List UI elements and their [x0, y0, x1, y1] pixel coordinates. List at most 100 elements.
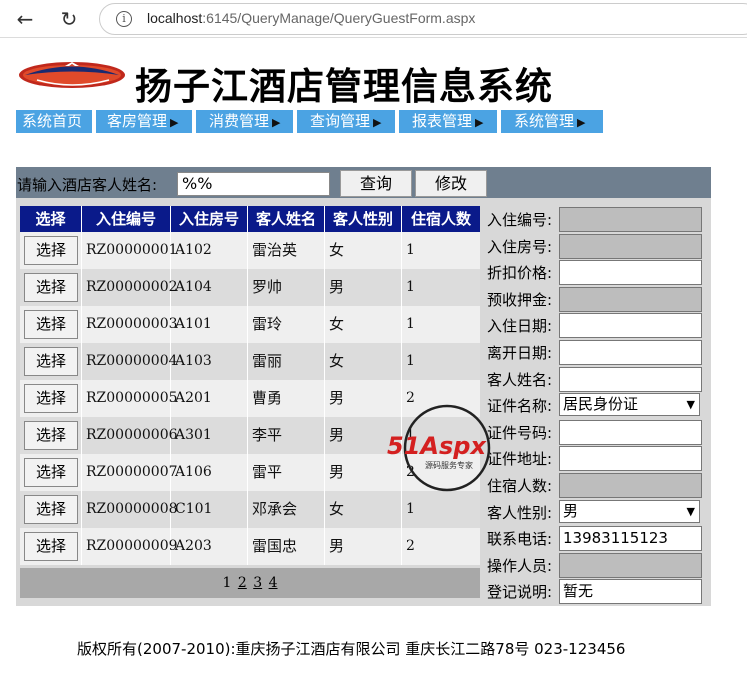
pager: 1 2 3 4	[20, 568, 480, 598]
url-text[interactable]: localhost:6145/QueryManage/QueryGuestFor…	[147, 10, 475, 26]
form-input[interactable]	[559, 473, 702, 498]
form-row: 证件号码:	[485, 419, 705, 446]
grid-header: 选择 入住编号 入住房号 客人姓名 客人性别 住宿人数	[20, 206, 480, 232]
query-button[interactable]: 查询	[340, 170, 412, 197]
search-label: 请输入酒店客人姓名:	[17, 176, 158, 194]
form-row: 客人姓名:	[485, 366, 705, 393]
cell-guest-name: 雷玲	[248, 306, 325, 343]
table-row: 选择 RZ00000003 A101 雷玲女 1	[20, 306, 480, 343]
cell-select: 选择	[20, 491, 82, 528]
form-select-value: 男	[563, 502, 579, 520]
cell-room: A101	[171, 306, 248, 343]
table-row: 选择 RZ00000009 A203 雷国忠男 2	[20, 528, 480, 565]
select-row-button[interactable]: 选择	[24, 421, 78, 450]
page-link[interactable]: 4	[269, 575, 278, 591]
form-input[interactable]: 13983115123	[559, 526, 702, 551]
watermark-tagline: 源码服务专家	[425, 460, 473, 470]
select-row-button[interactable]: 选择	[24, 532, 78, 561]
form-field-label: 入住日期:	[487, 317, 553, 335]
cell-select: 选择	[20, 417, 82, 454]
col-header-room: 入住房号	[171, 206, 248, 232]
form-field-label: 操作人员:	[487, 557, 553, 575]
form-input[interactable]	[559, 553, 702, 578]
menu-item-consumption[interactable]: 消费管理 ▶	[196, 110, 293, 133]
cell-select: 选择	[20, 232, 82, 269]
form-input[interactable]	[559, 207, 702, 232]
form-input[interactable]	[559, 340, 702, 365]
form-row: 离开日期:	[485, 339, 705, 366]
col-header-guest-count: 住宿人数	[410, 210, 471, 228]
form-input[interactable]	[559, 234, 702, 259]
col-header-guest-name: 客人姓名	[248, 206, 325, 232]
select-row-button[interactable]: 选择	[24, 273, 78, 302]
form-input[interactable]	[559, 287, 702, 312]
menu-item-rooms[interactable]: 客房管理 ▶	[96, 110, 192, 133]
cell-guest-name: 雷治英	[248, 232, 325, 269]
form-select-value: 居民身份证	[563, 395, 639, 413]
select-row-button[interactable]: 选择	[24, 236, 78, 265]
browser-toolbar: ← ↻ i localhost:6145/QueryManage/QueryGu…	[0, 0, 747, 38]
page-link[interactable]: 2	[238, 575, 247, 591]
triangle-right-icon: ▶	[475, 116, 484, 129]
triangle-right-icon: ▶	[272, 116, 281, 129]
cell-guest-name: 李平	[248, 417, 325, 454]
col-header-gender: 客人性别	[325, 206, 402, 232]
main-panel: 选择 入住编号 入住房号 客人姓名 客人性别 住宿人数 选择 RZ00000001…	[16, 198, 711, 606]
cell-room: A203	[171, 528, 248, 565]
cell-checkin-id: RZ00000006	[82, 417, 178, 454]
form-row: 登记说明: 暂无	[485, 578, 705, 605]
edit-button[interactable]: 修改	[415, 170, 487, 197]
form-select[interactable]: 男 ▼	[559, 500, 700, 523]
form-row: 入住日期:	[485, 312, 705, 339]
chevron-down-icon[interactable]: ▼	[687, 394, 695, 415]
form-input[interactable]	[559, 260, 702, 285]
cell-checkin-id: RZ00000005	[82, 380, 178, 417]
form-field-label: 客人姓名:	[487, 371, 553, 389]
select-row-button[interactable]: 选择	[24, 458, 78, 487]
form-field-label: 联系电话:	[487, 530, 553, 548]
cell-room: A103	[171, 343, 248, 380]
cell-guest-count: 1	[406, 353, 415, 369]
page-current: 1	[222, 575, 232, 591]
form-row: 折扣价格:	[485, 259, 705, 286]
hotel-logo	[19, 62, 125, 88]
chevron-down-icon[interactable]: ▼	[687, 501, 695, 522]
menu-item-home[interactable]: 系统首页	[16, 110, 92, 133]
watermark-brand: 51Aspx	[387, 432, 487, 460]
info-icon[interactable]: i	[116, 11, 132, 27]
reload-icon[interactable]: ↻	[56, 6, 82, 32]
form-select[interactable]: 居民身份证 ▼	[559, 393, 700, 416]
form-input[interactable]	[559, 420, 702, 445]
cell-checkin-id: RZ00000002	[82, 269, 178, 306]
cell-guest-name: 雷国忠	[248, 528, 325, 565]
table-row: 选择 RZ00000004 A103 雷丽女 1	[20, 343, 480, 380]
guest-name-input[interactable]: %%	[177, 172, 330, 196]
back-arrow-icon[interactable]: ←	[12, 6, 38, 32]
table-row: 选择 RZ00000001 A102 雷治英女 1	[20, 232, 480, 269]
select-row-button[interactable]: 选择	[24, 495, 78, 524]
form-input[interactable]	[559, 446, 702, 471]
cell-checkin-id: RZ00000008	[82, 491, 178, 528]
menu-item-query[interactable]: 查询管理 ▶	[297, 110, 395, 133]
form-input[interactable]	[559, 313, 702, 338]
select-row-button[interactable]: 选择	[24, 384, 78, 413]
form-field-label: 折扣价格:	[487, 264, 553, 282]
cell-guest-name: 罗帅	[248, 269, 325, 306]
cell-gender: 女	[325, 232, 402, 269]
cell-checkin-id: RZ00000001	[82, 232, 178, 269]
menu-item-system[interactable]: 系统管理 ▶	[501, 110, 603, 133]
cell-checkin-id: RZ00000004	[82, 343, 178, 380]
site-title: 扬子江酒店管理信息系统	[135, 65, 553, 108]
select-row-button[interactable]: 选择	[24, 310, 78, 339]
menu-item-reports[interactable]: 报表管理 ▶	[399, 110, 497, 133]
page-link[interactable]: 3	[253, 575, 262, 591]
cell-gender: 女	[325, 491, 402, 528]
form-input[interactable]: 暂无	[559, 579, 702, 604]
col-header-select: 选择	[20, 206, 82, 232]
select-row-button[interactable]: 选择	[24, 347, 78, 376]
form-input[interactable]	[559, 367, 702, 392]
cell-gender: 女	[325, 306, 402, 343]
cell-gender: 男	[325, 528, 402, 565]
form-row: 操作人员:	[485, 552, 705, 579]
address-bar[interactable]: i localhost:6145/QueryManage/QueryGuestF…	[99, 3, 747, 35]
